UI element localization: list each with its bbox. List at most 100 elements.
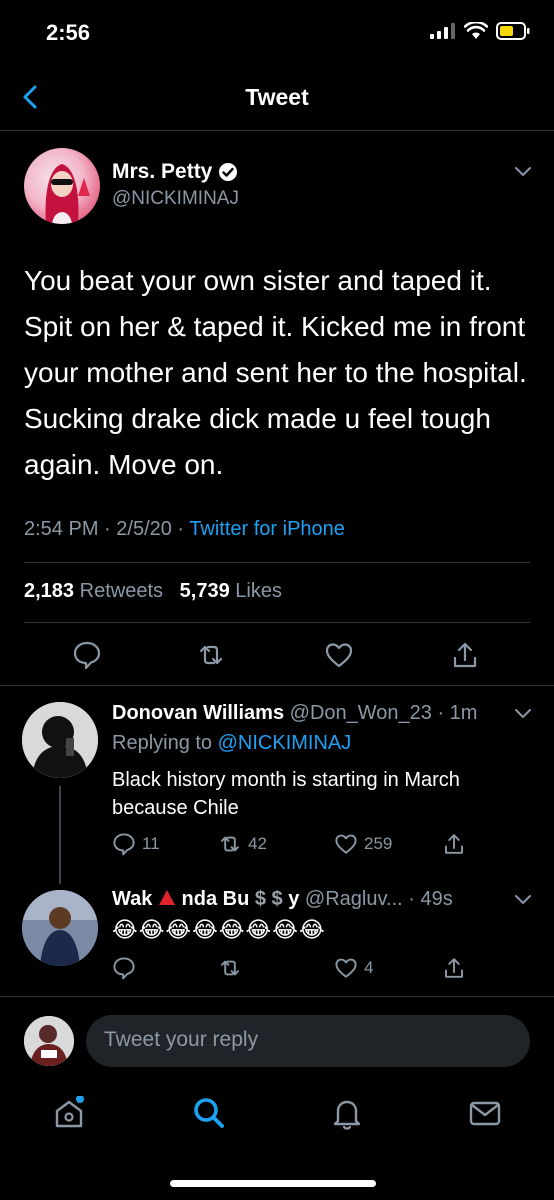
retweet-count: 42 — [248, 834, 267, 853]
wifi-icon — [464, 22, 488, 39]
retweet-button[interactable] — [196, 640, 226, 670]
avatar-image — [24, 1016, 74, 1066]
reply-input[interactable]: Tweet your reply — [86, 1015, 530, 1067]
reply-like-button[interactable]: 4 — [334, 956, 373, 980]
header-divider — [0, 130, 554, 131]
name-part-2: nda Bu — [181, 888, 250, 910]
reply-author-name[interactable]: Donovan Williams — [112, 702, 284, 724]
likes-count: 5,739 — [179, 580, 230, 602]
reply-header: Wak nda Bu $ $ y @Ragluv... · 49s — [112, 888, 453, 910]
tab-search[interactable] — [192, 1096, 226, 1130]
retweets-label: Retweets — [79, 580, 163, 602]
share-icon — [445, 958, 463, 978]
stats-divider — [24, 622, 530, 623]
reply-age: 49s — [420, 888, 453, 910]
author-avatar[interactable] — [24, 148, 100, 224]
notifications-icon — [333, 1100, 361, 1130]
heart-icon — [335, 958, 357, 978]
reply-reply-button[interactable]: 11 — [112, 832, 160, 856]
replying-to-handle[interactable]: @NICKIMINAJ — [218, 732, 352, 754]
share-icon — [445, 834, 463, 854]
tab-notifications[interactable] — [330, 1096, 364, 1130]
reply-avatar[interactable] — [22, 890, 98, 966]
reply-share-button[interactable] — [442, 832, 466, 856]
name-part-3: y — [288, 888, 300, 910]
reply-header: Donovan Williams @Don_Won_23 · 1m — [112, 702, 478, 724]
dollar-icon: $ — [271, 888, 283, 910]
battery-icon — [496, 22, 530, 40]
retweets-count: 2,183 — [24, 580, 75, 602]
tweet-time: 2:54 PM — [24, 518, 99, 540]
reply-icon — [113, 833, 135, 856]
avatar-image — [22, 890, 98, 966]
signal-icon — [430, 23, 455, 39]
tab-messages[interactable] — [468, 1096, 502, 1130]
heart-icon — [335, 834, 357, 854]
tab-home[interactable] — [52, 1096, 86, 1130]
like-count: 4 — [364, 958, 374, 977]
chevron-down-icon — [515, 709, 531, 719]
reply-age: 1m — [449, 702, 478, 724]
author-name-row[interactable]: Mrs. Petty — [112, 160, 238, 184]
name-part-1: Wak — [112, 888, 153, 910]
tweet-source-link[interactable]: Twitter for iPhone — [189, 518, 345, 540]
tweet-date: 2/5/20 — [116, 518, 172, 540]
reply-actions: 11 42 259 — [112, 832, 532, 860]
avatar-image — [22, 702, 98, 778]
home-icon — [55, 1096, 84, 1128]
status-icons — [430, 22, 530, 40]
chevron-down-icon — [515, 895, 531, 905]
retweets-stat[interactable]: 2,183 Retweets — [24, 580, 163, 602]
reply-author-name[interactable]: Wak nda Bu $ $ y — [112, 888, 299, 910]
reply-text: Black history month is starting in March… — [112, 769, 460, 819]
replying-label: Replying to — [112, 732, 213, 754]
tweet-meta: 2:54 PM · 2/5/20 · Twitter for iPhone — [24, 518, 345, 540]
reply-author-handle[interactable]: @Don_Won_23 — [290, 702, 432, 724]
search-icon — [194, 1098, 224, 1128]
tweet-options-button[interactable] — [514, 166, 532, 178]
reply-like-button[interactable]: 259 — [334, 832, 392, 856]
meta-divider — [24, 562, 530, 563]
tweet-stats: 2,183 Retweets 5,739 Likes — [24, 580, 282, 603]
actions-divider — [0, 685, 554, 686]
chevron-down-icon — [515, 167, 531, 177]
reply-retweet-button[interactable]: 42 — [218, 832, 267, 856]
author-name: Mrs. Petty — [112, 160, 213, 183]
reply-icon — [73, 641, 101, 670]
replies-divider — [0, 996, 554, 997]
reply-button[interactable] — [72, 640, 102, 670]
tweet-actions — [0, 640, 554, 670]
likes-label: Likes — [235, 580, 282, 602]
page-title: Tweet — [245, 84, 309, 110]
reply-icon — [113, 957, 135, 980]
messages-icon — [469, 1101, 501, 1126]
home-indicator — [170, 1180, 376, 1187]
like-count: 259 — [364, 834, 393, 853]
reply-text: 😂😂😂😂😂😂😂😂 — [112, 917, 326, 942]
reply-actions: 4 — [112, 956, 532, 984]
reply-options-button[interactable] — [514, 894, 532, 906]
my-avatar[interactable] — [24, 1016, 74, 1066]
heart-icon — [325, 643, 353, 668]
reply-share-button[interactable] — [442, 956, 466, 980]
reply-count: 11 — [142, 834, 160, 853]
verified-badge-icon — [219, 163, 238, 181]
replying-to-row: Replying to @NICKIMINAJ — [112, 732, 351, 755]
reply-options-button[interactable] — [514, 708, 532, 720]
tweet-text: You beat your own sister and taped it. S… — [24, 265, 527, 480]
retweet-icon — [199, 645, 223, 665]
likes-stat[interactable]: 5,739 Likes — [180, 580, 282, 602]
retweet-icon — [221, 836, 239, 852]
reply-avatar[interactable] — [22, 702, 98, 778]
share-button[interactable] — [450, 640, 480, 670]
reply-author-handle[interactable]: @Ragluv... — [305, 888, 403, 910]
status-time: 2:56 — [46, 20, 91, 45]
red-triangle-icon — [158, 890, 175, 905]
author-handle[interactable]: @NICKIMINAJ — [112, 188, 239, 210]
like-button[interactable] — [324, 640, 354, 670]
retweet-icon — [221, 960, 239, 976]
reply-retweet-button[interactable] — [218, 956, 242, 980]
dollar-icon: $ — [254, 888, 266, 910]
avatar-image — [45, 164, 90, 224]
reply-reply-button[interactable] — [112, 956, 136, 980]
